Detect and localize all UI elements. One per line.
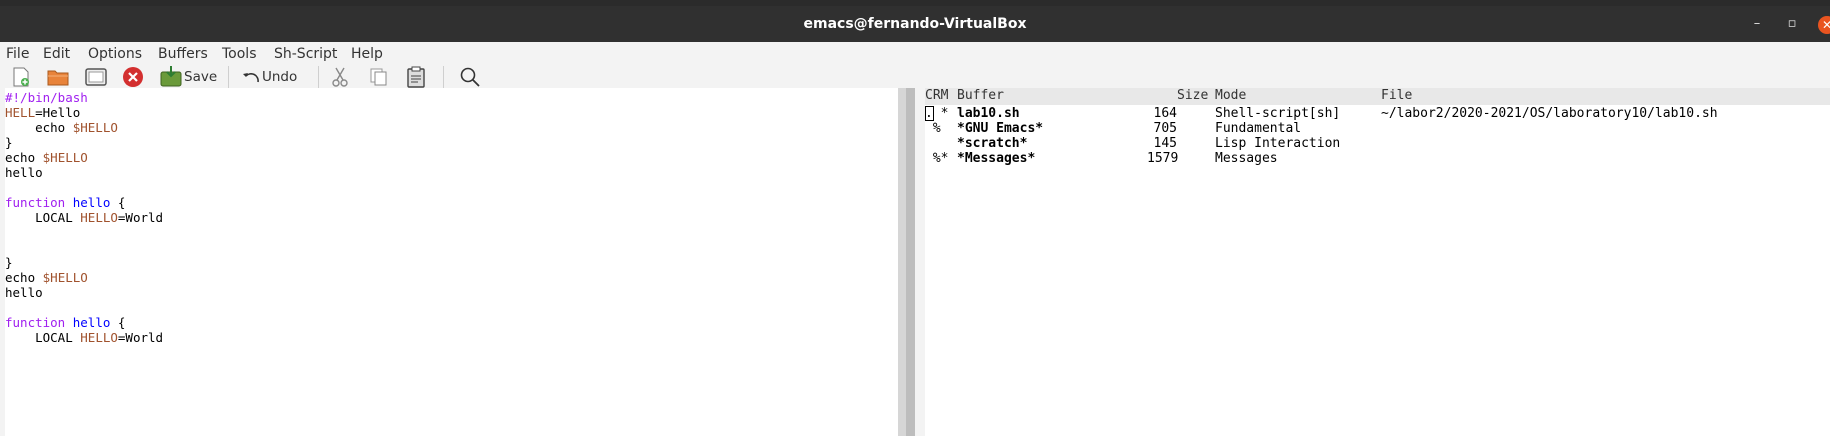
directory-icon[interactable]: [84, 66, 108, 88]
paste-icon[interactable]: [405, 66, 427, 88]
buffer-crm-cell: %*: [925, 151, 949, 166]
scissors-icon[interactable]: [330, 66, 350, 88]
code-line[interactable]: function hello {: [5, 195, 125, 210]
code-line[interactable]: hello: [5, 285, 43, 300]
buffer-buffer-cell: lab10.sh: [957, 106, 1020, 121]
code-token: LOCAL: [5, 330, 81, 345]
code-line[interactable]: HELL=Hello: [5, 105, 80, 120]
code-token: {: [110, 195, 126, 210]
editor-window[interactable]: #!/bin/bash HELL=Hello echo $HELLO} echo $…: [0, 88, 898, 436]
code-line[interactable]: function hello {: [5, 315, 125, 330]
code-line[interactable]: LOCAL HELLO=World: [5, 330, 163, 345]
code-token: echo: [5, 150, 43, 165]
code-token: }: [5, 135, 13, 150]
right-fringe: [915, 88, 925, 436]
search-icon[interactable]: [459, 66, 481, 88]
code-token: $HELLO: [72, 120, 118, 135]
buffer-mode-cell: Fundamental: [1215, 121, 1302, 136]
code-token: LOCAL: [5, 210, 81, 225]
menu-edit[interactable]: Edit: [43, 46, 70, 62]
undo-label: Undo: [262, 69, 298, 85]
code-token: #!/bin/bash: [5, 90, 88, 105]
code-token: =Hello: [35, 105, 81, 120]
code-line[interactable]: hello: [5, 165, 43, 180]
code-line[interactable]: LOCAL HELLO=World: [5, 210, 163, 225]
code-token: $HELLO: [42, 150, 88, 165]
minimize-button[interactable]: –: [1747, 14, 1767, 34]
menu-options[interactable]: Options: [88, 46, 142, 62]
buffer-buffer-cell: *GNU Emacs*: [957, 121, 1044, 136]
buffer-row[interactable]: *scratch* 145 Lisp Interaction: [925, 136, 1830, 151]
menu-sh-script[interactable]: Sh-Script: [274, 46, 337, 62]
undo-button[interactable]: Undo: [240, 66, 297, 88]
code-token: {: [110, 315, 126, 330]
toolbar-separator: [443, 66, 444, 90]
code-line[interactable]: #!/bin/bash: [5, 90, 88, 105]
buffer-mode-cell: Messages: [1215, 151, 1278, 166]
code-line[interactable]: echo $HELLO: [5, 120, 118, 135]
buffer-list-window[interactable]: CRM Buffer Size Mode File . * lab10.sh 164…: [915, 88, 1830, 436]
code-line[interactable]: }: [5, 135, 13, 150]
code-line[interactable]: echo $HELLO: [5, 150, 88, 165]
menu-bar: File Edit Options Buffers Tools Sh-Scrip…: [0, 42, 1830, 66]
code-token: hello: [5, 285, 43, 300]
header-file: File: [1381, 88, 1413, 103]
save-label: Save: [184, 69, 218, 85]
title-bar: emacs@fernando-VirtualBox – ▫ ✕: [0, 6, 1830, 42]
tool-bar: Save Undo: [0, 66, 1830, 90]
code-token: HELLO: [80, 210, 118, 225]
window-close-button[interactable]: ✕: [1818, 16, 1830, 34]
close-icon[interactable]: [122, 66, 144, 88]
code-token: function: [5, 195, 66, 210]
new-file-icon[interactable]: [10, 66, 32, 88]
header-buffer: Buffer: [957, 88, 1004, 103]
toolbar-separator: [318, 66, 319, 90]
code-token: hello: [72, 195, 111, 210]
buffer-size-cell: 1579: [1147, 151, 1179, 166]
buffer-row[interactable]: % *GNU Emacs* 705 Fundamental: [925, 121, 1830, 136]
code-token: echo: [5, 270, 43, 285]
buffer-row[interactable]: . * lab10.sh 164 Shell-script[sh] ~/labor2/2…: [925, 106, 1830, 121]
toolbar-separator: [228, 66, 229, 90]
buffer-mode-cell: Shell-script[sh]: [1215, 106, 1341, 121]
code-token: HELL: [5, 105, 36, 120]
buffer-size-cell: 164: [1153, 106, 1177, 121]
buffer-size-cell: 705: [1153, 121, 1177, 136]
code-token: hello: [5, 165, 43, 180]
buffer-file-cell: ~/labor2/2020-2021/OS/laboratory10/lab10…: [1381, 106, 1718, 121]
code-token: $HELLO: [42, 270, 88, 285]
menu-file[interactable]: File: [6, 46, 29, 62]
menu-buffers[interactable]: Buffers: [158, 46, 208, 62]
buffer-crm-cell: %: [925, 121, 941, 136]
buffer-size-cell: 145: [1153, 136, 1177, 151]
code-line[interactable]: echo $HELLO: [5, 270, 88, 285]
scrollbar[interactable]: [906, 88, 915, 436]
code-token: =World: [117, 330, 164, 345]
code-token: =World: [117, 210, 164, 225]
save-button[interactable]: Save: [159, 66, 217, 88]
buffer-mode-cell: Lisp Interaction: [1215, 136, 1341, 151]
buffer-buffer-cell: *scratch*: [957, 136, 1028, 151]
header-mode: Mode: [1215, 88, 1247, 103]
header-size: Size: [1177, 88, 1209, 103]
code-token: HELLO: [80, 330, 118, 345]
code-token: echo: [5, 120, 73, 135]
menu-tools[interactable]: Tools: [222, 46, 257, 62]
code-token: hello: [72, 315, 111, 330]
buffer-row[interactable]: %* *Messages* 1579 Messages: [925, 151, 1830, 166]
code-line[interactable]: }: [5, 255, 13, 270]
code-token: function: [5, 315, 66, 330]
code-token: }: [5, 255, 13, 270]
header-crm: CRM: [925, 88, 949, 103]
copy-icon[interactable]: [368, 66, 390, 88]
maximize-button[interactable]: ▫: [1782, 14, 1802, 34]
buffer-crm-cell: . *: [925, 106, 949, 121]
buffer-list-header: CRM Buffer Size Mode File: [925, 88, 1830, 105]
menu-help[interactable]: Help: [351, 46, 383, 62]
open-folder-icon[interactable]: [46, 66, 70, 88]
window-title: emacs@fernando-VirtualBox: [803, 16, 1027, 32]
buffer-buffer-cell: *Messages*: [957, 151, 1036, 166]
